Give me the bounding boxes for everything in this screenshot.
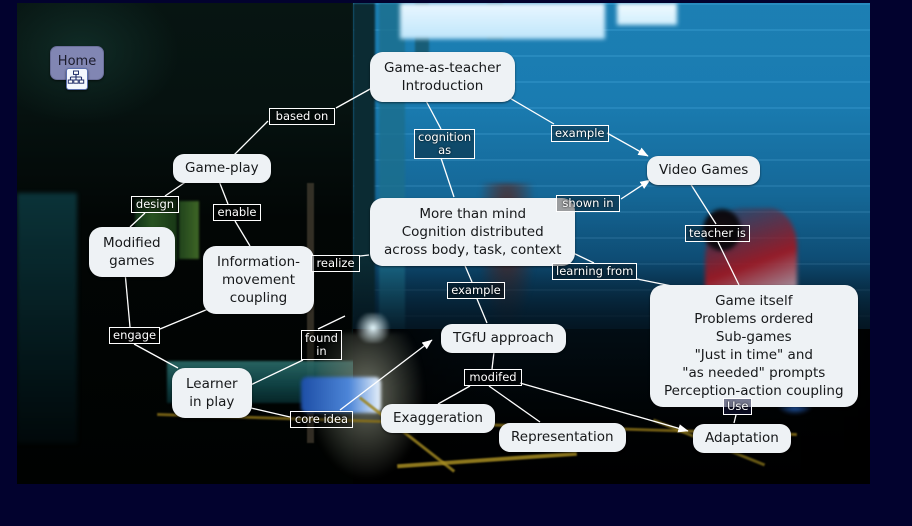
node-adaptation[interactable]: Adaptation <box>693 424 791 453</box>
edge-label-shown-in[interactable]: shown in <box>556 195 620 212</box>
video-teal-panel <box>17 193 77 443</box>
node-tgfu-approach[interactable]: TGfU approach <box>441 324 566 353</box>
node-more-than-mind[interactable]: More than mind Cognition distributed acr… <box>370 198 576 266</box>
video-person-foreground-shirt <box>301 377 381 413</box>
video-window-light <box>400 3 605 39</box>
edge-label-realize[interactable]: realize <box>311 255 360 272</box>
edge-label-learning-from[interactable]: learning from <box>552 263 638 280</box>
video-green-bar-2 <box>179 201 199 259</box>
node-game-itself[interactable]: Game itself Problems ordered Sub-games "… <box>650 285 858 407</box>
edge-label-design[interactable]: design <box>131 196 179 213</box>
edge-label-teacher-is[interactable]: teacher is <box>685 225 750 242</box>
node-video-games[interactable]: Video Games <box>647 156 761 185</box>
node-information-movement-coupling[interactable]: Information- movement coupling <box>203 246 315 314</box>
edge-label-engage[interactable]: engage <box>109 327 161 344</box>
edge-label-enable[interactable]: enable <box>213 204 261 221</box>
video-window-light-2 <box>617 3 677 25</box>
node-representation[interactable]: Representation <box>499 423 626 452</box>
edge-label-found-in[interactable]: found in <box>301 330 342 360</box>
node-modified-games[interactable]: Modified games <box>89 227 175 277</box>
video-highlight-glow <box>353 313 393 343</box>
edge-label-example-top[interactable]: example <box>551 125 609 142</box>
node-game-play[interactable]: Game-play <box>173 154 271 183</box>
edge-label-based-on[interactable]: based on <box>269 108 335 125</box>
node-exaggeration[interactable]: Exaggeration <box>381 404 495 433</box>
edge-label-modifed[interactable]: modifed <box>464 369 522 386</box>
node-learner-in-play[interactable]: Learner in play <box>172 368 252 418</box>
edge-label-cognition-as[interactable]: cognition as <box>414 129 476 159</box>
edge-label-use[interactable]: Use <box>723 398 753 415</box>
edge-label-core-idea[interactable]: core idea <box>290 411 353 428</box>
node-game-as-teacher[interactable]: Game-as-teacher Introduction <box>370 52 515 102</box>
hierarchy-tree-icon[interactable] <box>66 68 88 90</box>
canvas: Home Game-as-teacher Introduction Game-pl… <box>0 0 912 526</box>
edge-label-example-mid[interactable]: example <box>447 282 505 299</box>
